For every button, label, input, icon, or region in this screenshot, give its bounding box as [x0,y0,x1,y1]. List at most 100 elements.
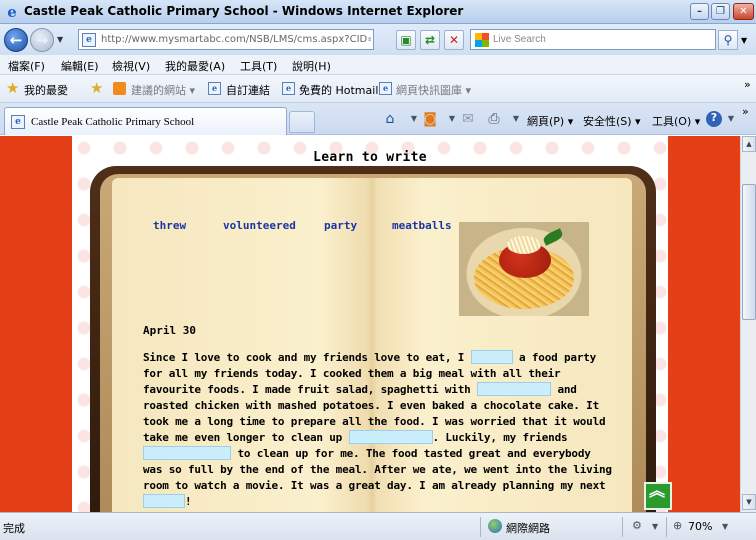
window-title: Castle Peak Catholic Primary School - Wi… [24,4,464,18]
favorites-star-icon: ★ [6,79,20,97]
spaghetti-photo [459,222,589,316]
zoom-level[interactable]: 70% [688,520,712,533]
maximize-button[interactable]: ❐ [711,3,730,20]
refresh-icon[interactable]: ⇄ [420,30,440,50]
safety-menu-button[interactable]: 安全性(S) ▾ [583,113,641,129]
zoom-icon[interactable]: ⊕ [673,519,682,532]
double-chevron-up-icon: ︽ [649,481,666,500]
basil-shape [541,228,565,246]
menu-favorites[interactable]: 我的最愛(A) [165,58,225,74]
story-date: April 30 [143,324,196,337]
search-button[interactable]: ⚲ [718,30,738,50]
scroll-up-button[interactable]: ▲ [742,136,756,152]
blank-input-5[interactable] [143,494,185,508]
scroll-down-button[interactable]: ▼ [742,494,756,510]
url-text[interactable]: http://www.mysmartabc.com/NSB/LMS/cms.as… [101,34,371,45]
lesson-page: Learn to write threw volunteered party m… [72,136,672,512]
read-mail-icon[interactable]: ✉ [460,111,476,127]
back-button[interactable]: ← [4,28,28,52]
favorites-overflow-button[interactable]: » [744,78,751,91]
ie-page-icon: e [379,82,392,95]
word-bank-item[interactable]: party [324,219,357,232]
feeds-icon[interactable]: ◙ [422,111,438,127]
favorites-bar: ★ 我的最愛 ★ 建議的網站 ▾ e 自訂連結 e 免費的 Hotmail e … [0,75,756,103]
scroll-thumb[interactable] [742,184,756,320]
arrow-right-icon: → [35,31,49,49]
blank-input-2[interactable] [477,382,551,396]
compatibility-view-icon[interactable]: ▣ [396,30,416,50]
print-icon[interactable]: ⎙ [486,111,502,127]
blank-input-3[interactable] [348,430,433,444]
new-tab-button[interactable] [289,111,315,133]
free-hotmail-link[interactable]: 免費的 Hotmail [299,82,378,98]
content-viewport: Learn to write threw volunteered party m… [0,136,740,512]
history-dropdown-icon[interactable]: ▼ [57,35,63,44]
magnifier-icon: ⚲ [723,33,733,47]
stop-icon[interactable]: ✕ [444,30,464,50]
menu-bar: 檔案(F) 編輯(E) 檢視(V) 我的最愛(A) 工具(T) 說明(H) [0,55,756,75]
minimize-button[interactable]: – [690,3,709,20]
status-separator [480,517,481,537]
cheese-shape [507,236,541,254]
menu-tools[interactable]: 工具(T) [240,58,277,74]
tab-bar: e Castle Peak Catholic Primary School ⌂ … [0,103,756,135]
title-bar: e Castle Peak Catholic Primary School - … [0,0,756,24]
menu-view[interactable]: 檢視(V) [112,58,150,74]
home-dropdown-icon[interactable]: ▼ [406,111,422,127]
status-separator [666,517,667,537]
menu-file[interactable]: 檔案(F) [8,58,45,74]
protected-mode-icon[interactable]: ⚙ [632,519,642,532]
word-bank-item[interactable]: threw [153,219,186,232]
tab-label: Castle Peak Catholic Primary School [31,116,195,128]
blank-input-1[interactable] [470,350,513,364]
help-icon[interactable]: ? [706,111,722,127]
back-to-top-button[interactable]: ︽ [644,482,672,510]
story-text: Since I love to cook and my friends love… [143,350,613,510]
security-zone-text[interactable]: 網際網路 [506,520,550,536]
address-input[interactable]: e http://www.mysmartabc.com/NSB/LMS/cms.… [78,29,374,50]
address-toolbar: ← → ▼ e http://www.mysmartabc.com/NSB/LM… [0,24,756,55]
ie-page-icon: e [282,82,295,95]
suggested-sites-icon [113,82,126,95]
ie-logo-icon: e [7,3,17,21]
arrow-left-icon: ← [9,31,23,49]
status-bar: 完成 網際網路 ⚙ ▼ ⊕ 70% ▼ [0,512,756,540]
word-bank-item[interactable]: volunteered [223,219,296,232]
page-menu-button[interactable]: 網頁(P) ▾ [527,113,573,129]
tools-menu-button[interactable]: 工具(O) ▾ [652,113,700,129]
status-text: 完成 [3,522,25,535]
web-slice-gallery-link[interactable]: 網頁快訊圖庫 ▾ [396,82,471,98]
search-placeholder[interactable]: Live Search [493,34,546,45]
blank-input-4[interactable] [143,446,231,460]
custom-links-link[interactable]: 自訂連結 [226,82,270,98]
suggested-sites-link[interactable]: 建議的網站 ▾ [131,82,195,98]
lesson-title: Learn to write [313,150,427,165]
zoom-dropdown-icon[interactable]: ▼ [722,522,728,531]
protected-mode-dropdown-icon[interactable]: ▼ [652,522,658,531]
print-dropdown-icon[interactable]: ▼ [508,111,524,127]
internet-zone-icon [488,519,502,533]
vertical-scrollbar[interactable]: ▲ ▼ [740,136,756,512]
help-dropdown-icon[interactable]: ▼ [723,111,739,127]
search-box[interactable]: Live Search [470,29,716,50]
search-options-dropdown-icon[interactable]: ▼ [741,36,747,45]
forward-button[interactable]: → [30,28,54,52]
feeds-dropdown-icon[interactable]: ▼ [444,111,460,127]
tab-active[interactable]: e Castle Peak Catholic Primary School [4,107,287,135]
commandbar-overflow-button[interactable]: » [742,105,749,118]
menu-help[interactable]: 說明(H) [292,58,331,74]
live-search-logo-icon [475,33,489,47]
favorites-button[interactable]: 我的最愛 [24,82,68,98]
story-segment: . Luckily, my friends [432,431,568,444]
ie-page-icon: e [208,82,221,95]
page-icon: e [82,33,96,47]
status-separator [622,517,623,537]
add-favorite-icon[interactable]: ★ [90,80,103,96]
home-icon[interactable]: ⌂ [382,111,398,127]
close-button[interactable]: ✕ [733,3,754,20]
story-segment: Since I love to cook and my friends love… [143,351,465,364]
ie-page-icon: e [11,115,25,129]
story-segment: ! [185,495,192,508]
word-bank-item[interactable]: meatballs [392,219,452,232]
menu-edit[interactable]: 編輯(E) [61,58,99,74]
